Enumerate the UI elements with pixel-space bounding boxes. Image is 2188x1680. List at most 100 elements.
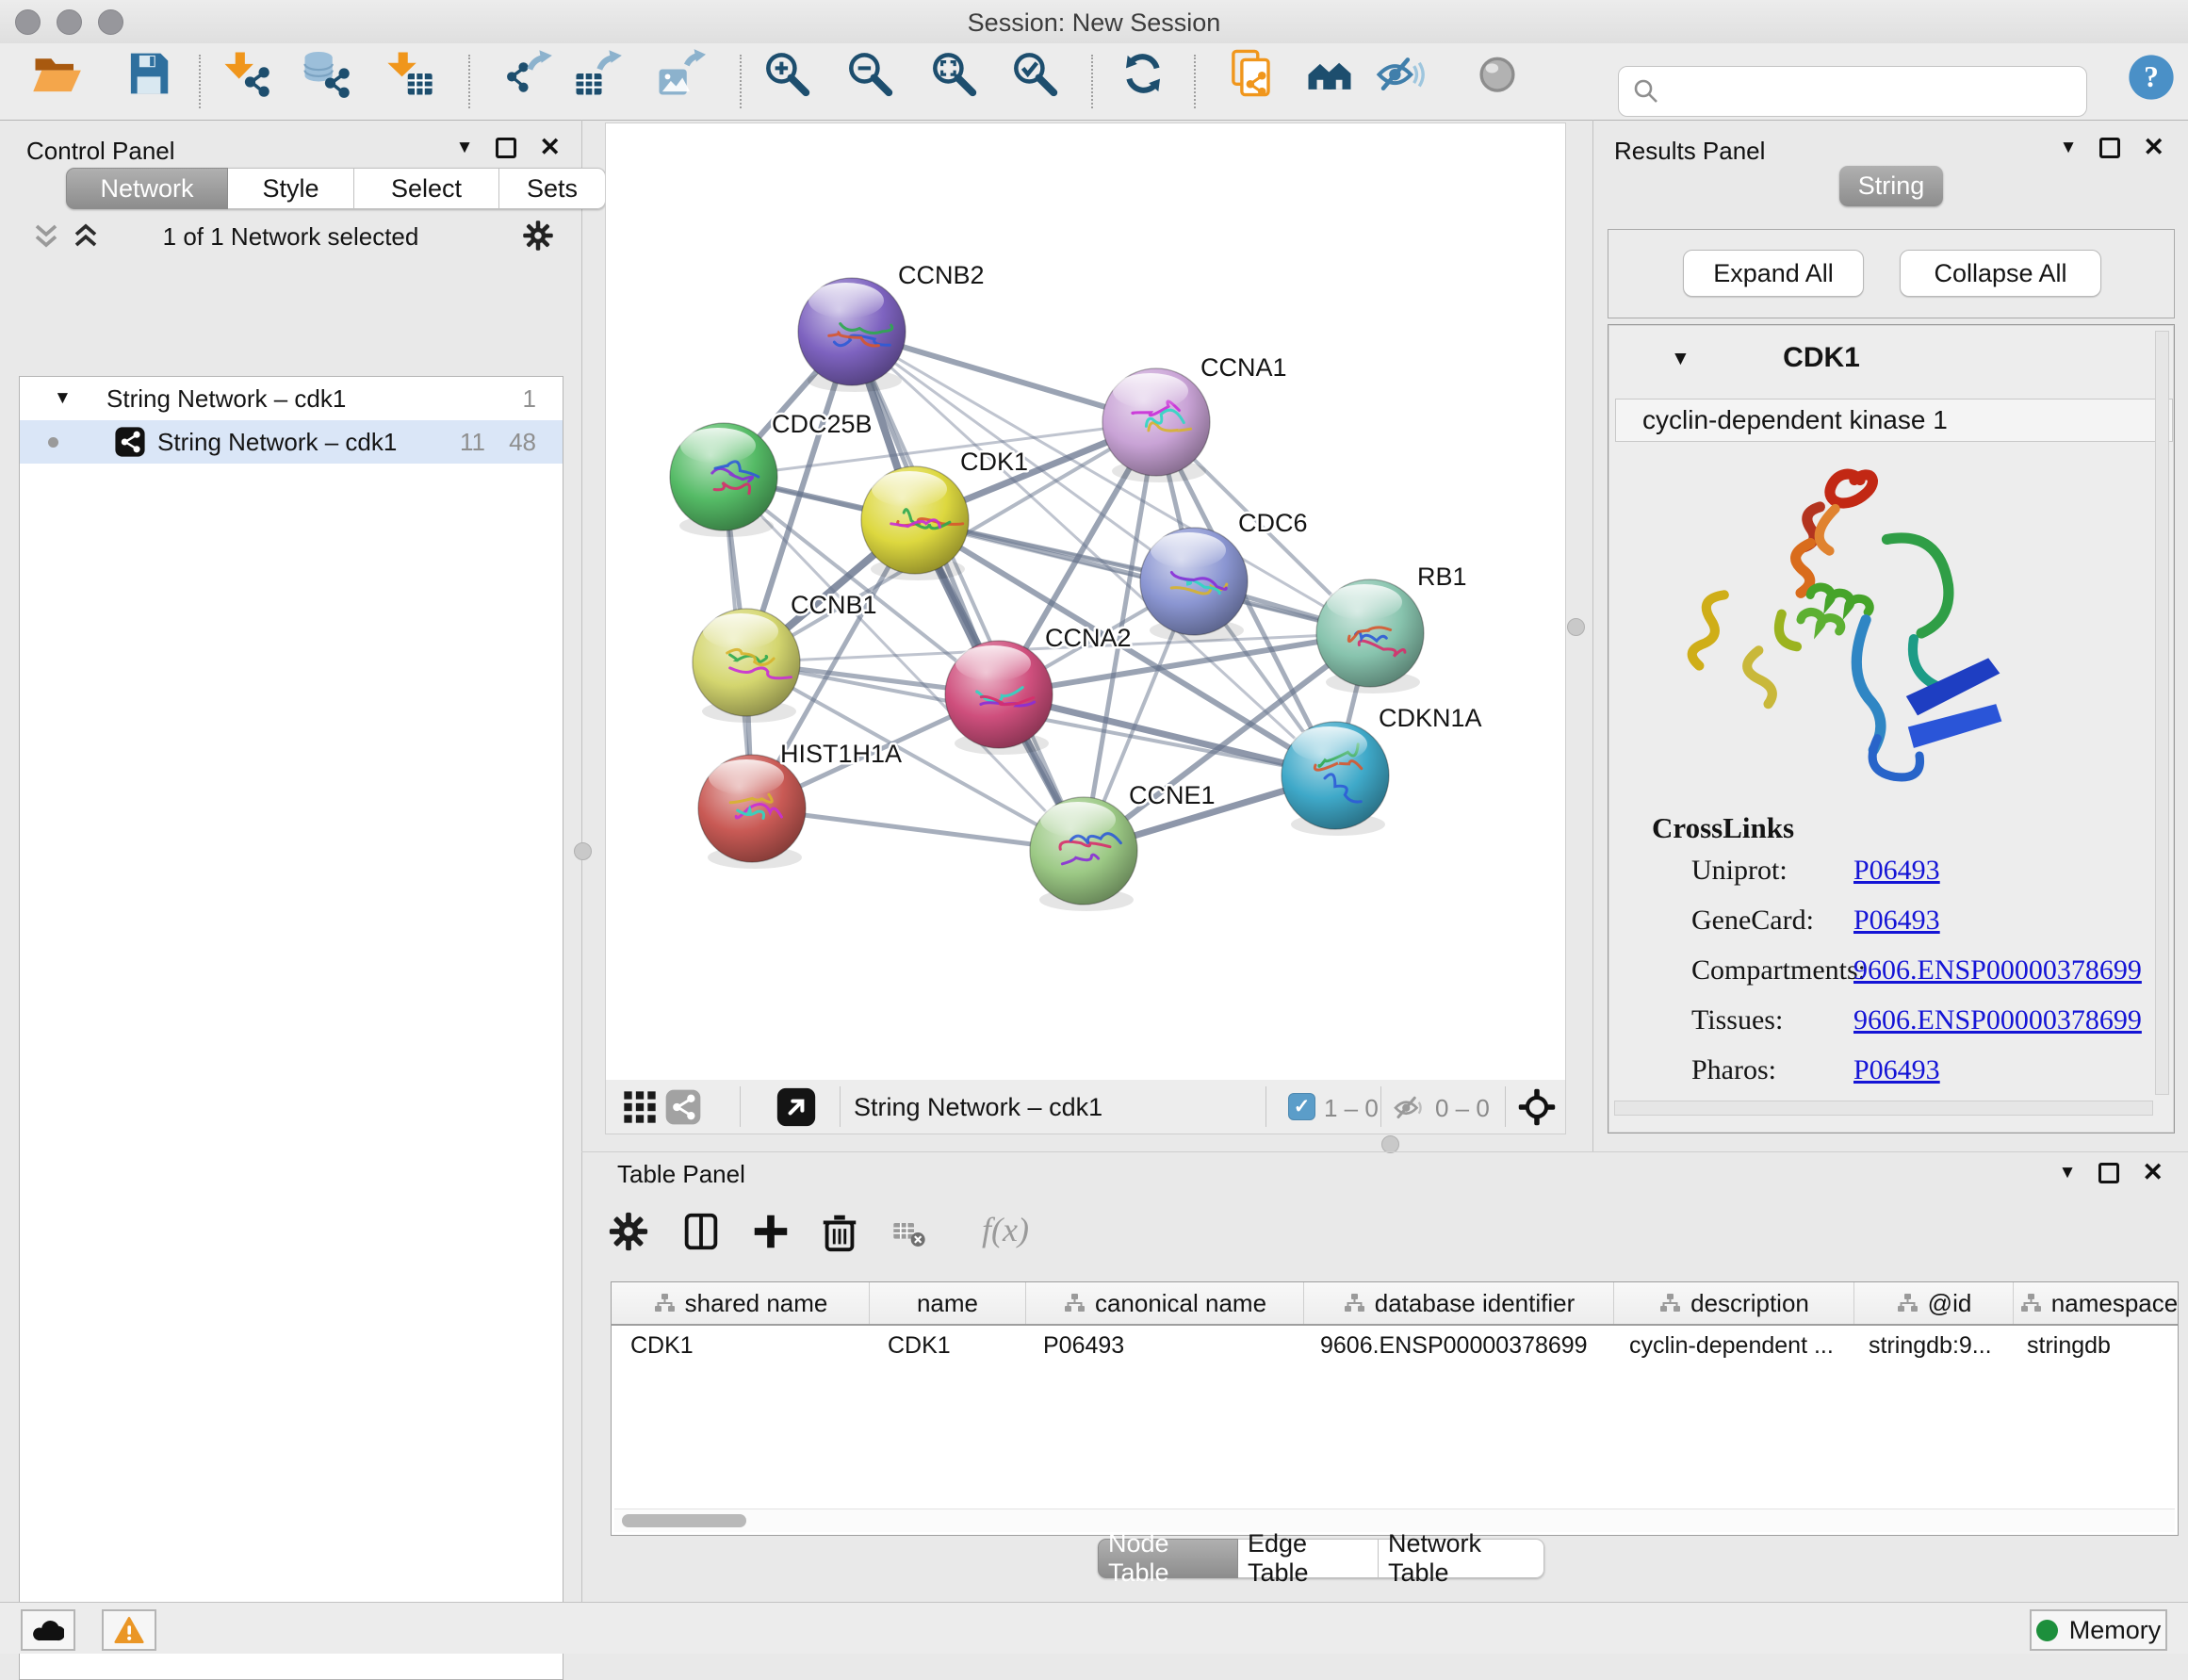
panel-float-icon[interactable] <box>2099 138 2120 158</box>
add-column-icon[interactable] <box>749 1210 792 1253</box>
panel-close-icon[interactable]: ✕ <box>2143 135 2164 160</box>
save-session-button[interactable] <box>123 48 174 99</box>
search-input[interactable] <box>1668 76 2086 107</box>
column-header-name[interactable]: name <box>870 1282 1026 1324</box>
show-graphics-button[interactable] <box>1472 48 1523 99</box>
tab-edge-table[interactable]: Edge Table <box>1238 1539 1379 1578</box>
export-table-icon <box>572 48 623 99</box>
left-splitter-handle[interactable] <box>574 842 592 860</box>
refresh-button[interactable] <box>1118 48 1168 99</box>
tab-sets[interactable]: Sets <box>499 168 606 209</box>
import-table-button[interactable] <box>384 48 435 99</box>
column-header-description[interactable]: description <box>1614 1282 1854 1324</box>
table-cell[interactable]: P06493 <box>1024 1332 1301 1360</box>
zoom-out-button[interactable] <box>844 48 895 99</box>
crosslink-link[interactable]: P06493 <box>1853 905 1940 937</box>
column-type-icon <box>1063 1292 1086 1314</box>
panel-float-icon[interactable] <box>2098 1163 2119 1183</box>
table-cell[interactable]: stringdb <box>2008 1332 2178 1360</box>
hidden-count: 0 – 0 <box>1435 1094 1490 1123</box>
clone-network-button[interactable] <box>1226 48 1277 99</box>
tree-caret-icon[interactable]: ▼ <box>54 388 72 409</box>
network-node-cdc6[interactable]: CDC6 <box>1140 509 1308 642</box>
tab-network[interactable]: Network <box>66 168 228 209</box>
help-button[interactable]: ? <box>2126 52 2169 95</box>
network-node-ccnb2[interactable]: CCNB2 <box>798 261 985 392</box>
network-row[interactable]: String Network – cdk1 11 48 <box>20 420 563 464</box>
right-splitter-handle[interactable] <box>1567 618 1585 636</box>
column-header-canonical-name[interactable]: canonical name <box>1026 1282 1304 1324</box>
panel-close-icon[interactable]: ✕ <box>2142 1160 2164 1185</box>
delete-column-icon[interactable] <box>818 1210 861 1253</box>
export-image-button[interactable] <box>655 48 706 99</box>
zoom-in-button[interactable] <box>761 48 812 99</box>
table-settings-gear-icon[interactable] <box>607 1210 650 1253</box>
crosslink-link[interactable]: P06493 <box>1853 855 1940 887</box>
toolbar-separator <box>199 55 201 108</box>
column-header-database-identifier[interactable]: database identifier <box>1304 1282 1614 1324</box>
node-label: CCNA1 <box>1200 353 1287 382</box>
table-cell[interactable]: cyclin-dependent ... <box>1610 1332 1850 1360</box>
table-row[interactable]: CDK1CDK1P064939606.ENSP00000378699cyclin… <box>612 1326 2178 1365</box>
panel-float-icon[interactable] <box>496 138 516 158</box>
warning-button[interactable] <box>102 1609 156 1651</box>
share-view-icon[interactable] <box>664 1088 702 1126</box>
hide-graphics-button[interactable] <box>1375 48 1426 99</box>
zoom-fit-button[interactable] <box>928 48 979 99</box>
crosslink-label: Uniprot: <box>1691 855 1788 887</box>
zoom-selected-button[interactable] <box>1009 48 1060 99</box>
panel-collapse-icon[interactable]: ▼ <box>2060 138 2078 158</box>
panel-close-icon[interactable]: ✕ <box>539 135 561 160</box>
gear-icon[interactable] <box>521 219 555 253</box>
collapse-all-button[interactable]: Collapse All <box>1900 250 2101 297</box>
selected-checkbox[interactable]: ✓ <box>1288 1093 1315 1120</box>
expand-all-button[interactable]: Expand All <box>1683 250 1864 297</box>
crosslink-link[interactable]: P06493 <box>1853 1054 1940 1086</box>
import-network-database-button[interactable] <box>301 48 351 99</box>
tab-node-table[interactable]: Node Table <box>1098 1539 1238 1578</box>
table-cell[interactable]: CDK1 <box>869 1332 1024 1360</box>
network-node-hist1h1a[interactable]: HIST1H1A <box>698 740 902 869</box>
memory-button[interactable]: Memory <box>2030 1609 2167 1651</box>
network-node-ccna1[interactable]: CCNA1 <box>1102 353 1287 482</box>
column-header--id[interactable]: @id <box>1854 1282 2014 1324</box>
database-icon <box>301 48 351 99</box>
table-cell[interactable]: 9606.ENSP00000378699 <box>1301 1332 1610 1360</box>
export-image-icon <box>655 48 706 99</box>
network-edge[interactable] <box>852 332 1084 851</box>
panel-collapse-icon[interactable]: ▼ <box>2059 1163 2077 1183</box>
results-horizontal-scrollbar[interactable] <box>1614 1101 2153 1116</box>
open-session-button[interactable] <box>31 48 82 99</box>
panel-collapse-icon[interactable]: ▼ <box>456 138 474 158</box>
network-canvas[interactable]: CCNB2CCNA1CDC25BCDK1CDC6RB1CCNB1CCNA2CDK… <box>605 122 1566 1081</box>
crosslink-link[interactable]: 9606.ENSP00000378699 <box>1853 954 2142 987</box>
help-icon: ? <box>2126 52 2177 103</box>
import-network-button[interactable] <box>220 48 271 99</box>
table-cell[interactable]: CDK1 <box>612 1332 869 1360</box>
selected-count: 1 – 0 <box>1324 1094 1379 1123</box>
export-network-button[interactable] <box>502 48 553 99</box>
tab-string[interactable]: String <box>1839 166 1943 206</box>
crosshair-icon[interactable] <box>1516 1086 1558 1128</box>
export-table-button[interactable] <box>572 48 623 99</box>
show-columns-icon[interactable] <box>679 1210 723 1253</box>
scrollbar-thumb[interactable] <box>622 1514 746 1527</box>
column-label: @id <box>1928 1289 1972 1318</box>
tab-select[interactable]: Select <box>354 168 499 209</box>
cloud-button[interactable] <box>21 1609 75 1651</box>
crosslink-link[interactable]: 9606.ENSP00000378699 <box>1853 1004 2142 1036</box>
grid-view-icon[interactable] <box>621 1088 659 1126</box>
results-vertical-scrollbar[interactable] <box>2155 331 2169 1095</box>
network-node-rb1[interactable]: RB1 <box>1316 563 1467 693</box>
export-network-icon <box>502 48 553 99</box>
network-collection-row[interactable]: ▼ String Network – cdk1 1 <box>20 377 563 420</box>
homes-button[interactable] <box>1304 48 1355 99</box>
tab-style[interactable]: Style <box>228 168 354 209</box>
column-header-namespace[interactable]: namespace <box>2014 1282 2179 1324</box>
column-header-shared-name[interactable]: shared name <box>612 1282 870 1324</box>
tab-network-table[interactable]: Network Table <box>1379 1539 1544 1578</box>
network-graph[interactable]: CCNB2CCNA1CDC25BCDK1CDC6RB1CCNB1CCNA2CDK… <box>606 123 1565 1080</box>
detach-view-icon[interactable] <box>776 1086 817 1128</box>
network-node-cdc25b[interactable]: CDC25B <box>670 410 873 537</box>
table-cell[interactable]: stringdb:9... <box>1850 1332 2008 1360</box>
